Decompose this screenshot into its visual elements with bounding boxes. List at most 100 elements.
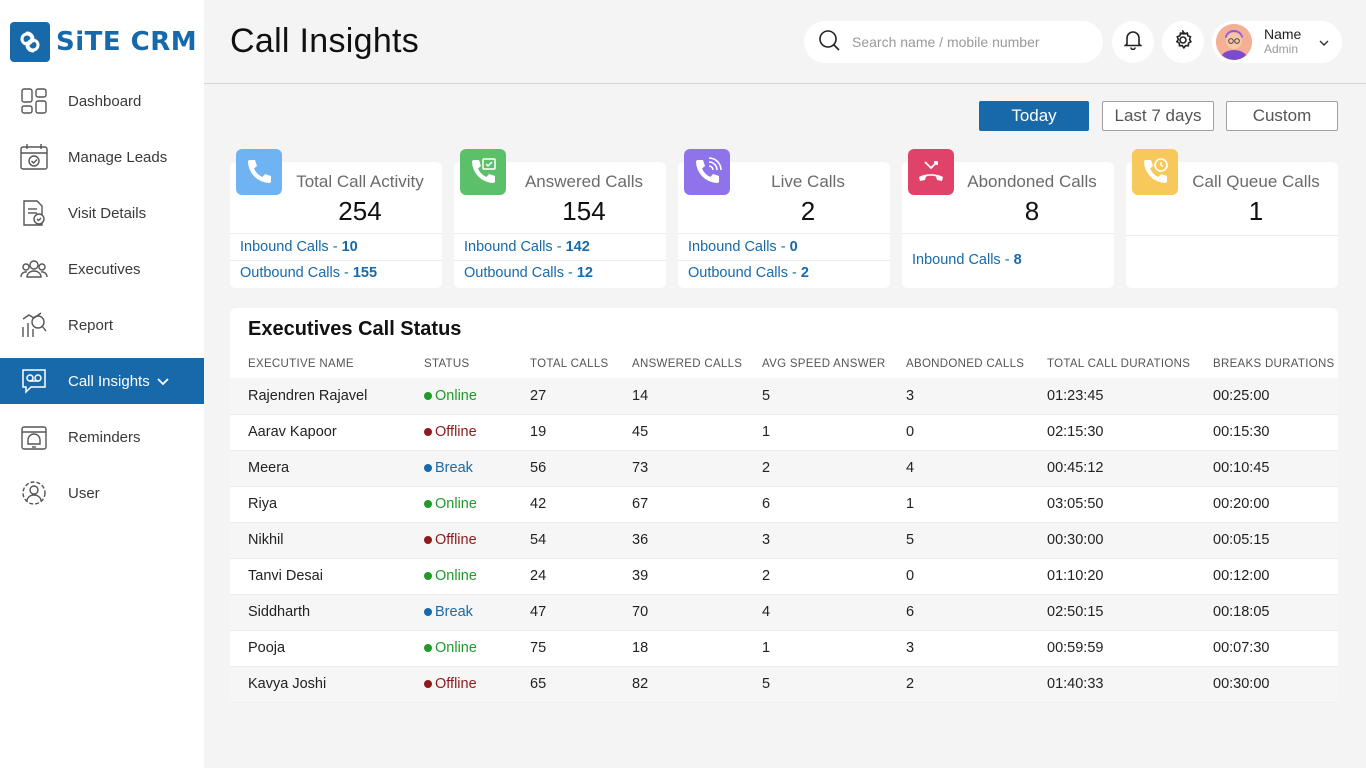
stat-card-call-queue-calls[interactable]: Call Queue Calls 1 <box>1126 149 1338 288</box>
status-badge: Offline <box>424 532 477 548</box>
divider <box>678 233 890 234</box>
stat-card-total-call-activity[interactable]: Total Call Activity 254 Inbound Calls - … <box>230 149 442 288</box>
phone-icon <box>236 149 282 195</box>
status-label: Online <box>435 568 477 584</box>
abandoned-cell: 5 <box>888 522 1029 559</box>
total-cell: 27 <box>512 378 614 415</box>
duration-cell: 01:40:33 <box>1029 666 1195 703</box>
duration-cell: 00:59:59 <box>1029 630 1195 667</box>
sidebar-item-call-insights[interactable]: Call Insights <box>0 358 204 404</box>
search-input[interactable] <box>852 34 1082 50</box>
column-header[interactable]: BREAKS DURATIONS <box>1195 350 1338 378</box>
answered-cell: 14 <box>614 378 744 415</box>
table-row[interactable]: Meera Break 56 73 2 4 00:45:12 00:10:45 <box>230 450 1338 487</box>
column-header[interactable]: ABONDONED CALLS <box>888 350 1029 378</box>
abandoned-cell: 3 <box>888 630 1029 667</box>
settings-button[interactable] <box>1162 21 1204 63</box>
table-row[interactable]: Tanvi Desai Online 24 39 2 0 01:10:20 00:12:00 <box>230 558 1338 595</box>
alarm-icon <box>20 423 48 451</box>
sidebar-item-report[interactable]: Report <box>0 302 204 348</box>
stat-card-abondoned-calls[interactable]: Abondoned Calls 8 Inbound Calls - 8 <box>902 149 1114 288</box>
brand-name: SiTE CRM <box>56 27 198 57</box>
answered-cell: 70 <box>614 594 744 631</box>
abandoned-cell: 3 <box>888 378 1029 415</box>
status-dot-icon <box>424 464 432 472</box>
status-cell: Offline <box>406 522 512 559</box>
column-header[interactable]: AVG SPEED ANSWER <box>744 350 888 378</box>
stat-outbound: Outbound Calls - 2 <box>688 265 809 281</box>
stat-card-live-calls[interactable]: Live Calls 2 Inbound Calls - 0 Outbound … <box>678 149 890 288</box>
stat-outbound: Outbound Calls - 12 <box>464 265 593 281</box>
document-icon <box>20 199 48 227</box>
search-box[interactable] <box>804 21 1103 63</box>
stat-value: 154 <box>562 196 606 226</box>
column-header[interactable]: TOTAL CALL DURATIONS <box>1029 350 1195 378</box>
status-cell: Online <box>406 630 512 667</box>
avg-cell: 3 <box>744 522 888 559</box>
status-cell: Break <box>406 450 512 487</box>
sidebar-item-reminders[interactable]: Reminders <box>0 414 204 460</box>
abandoned-cell: 0 <box>888 414 1029 451</box>
user-menu[interactable]: Name Admin <box>1212 21 1342 63</box>
table-row[interactable]: Aarav Kapoor Offline 19 45 1 0 02:15:30 00:15:3… <box>230 414 1338 451</box>
sidebar-item-manage-leads[interactable]: Manage Leads <box>0 134 204 180</box>
total-cell: 47 <box>512 594 614 631</box>
abandoned-cell: 6 <box>888 594 1029 631</box>
column-header[interactable]: TOTAL CALLS <box>512 350 614 378</box>
divider <box>678 260 890 261</box>
sidebar-item-label: Dashboard <box>68 92 142 110</box>
filter-today-button[interactable]: Today <box>979 101 1089 131</box>
sidebar-item-user[interactable]: User <box>0 470 204 516</box>
table-row[interactable]: Pooja Online 75 18 1 3 00:59:59 00:07:30 <box>230 630 1338 667</box>
status-badge: Offline <box>424 424 477 440</box>
stat-inbound: Inbound Calls - 0 <box>688 239 798 255</box>
stat-value: 1 <box>1248 196 1264 226</box>
sidebar-item-label: Executives <box>68 260 141 278</box>
status-cell: Online <box>406 486 512 523</box>
answered-cell: 67 <box>614 486 744 523</box>
status-badge: Online <box>424 388 477 404</box>
status-badge: Online <box>424 640 477 656</box>
status-cell: Online <box>406 558 512 595</box>
avg-cell: 2 <box>744 450 888 487</box>
breaks-cell: 00:05:15 <box>1195 522 1338 559</box>
total-cell: 75 <box>512 630 614 667</box>
abandoned-cell: 1 <box>888 486 1029 523</box>
answered-cell: 73 <box>614 450 744 487</box>
status-badge: Online <box>424 496 477 512</box>
filter-last-7-days-button[interactable]: Last 7 days <box>1102 101 1214 131</box>
column-header[interactable]: STATUS <box>406 350 512 378</box>
duration-cell: 02:15:30 <box>1029 414 1195 451</box>
user-role: Admin <box>1264 42 1299 56</box>
avg-cell: 6 <box>744 486 888 523</box>
status-label: Online <box>435 640 477 656</box>
status-cell: Offline <box>406 666 512 703</box>
table-row[interactable]: Nikhil Offline 54 36 3 5 00:30:00 00:05:15 <box>230 522 1338 559</box>
status-badge: Break <box>424 460 473 476</box>
voicemail-chat-icon <box>20 367 48 395</box>
stat-inbound: Inbound Calls - 142 <box>464 239 590 255</box>
answered-cell: 18 <box>614 630 744 667</box>
stat-card-answered-calls[interactable]: Answered Calls 154 Inbound Calls - 142 O… <box>454 149 666 288</box>
table-row[interactable]: Rajendren Rajavel Online 27 14 5 3 01:23:45 00:… <box>230 378 1338 415</box>
sidebar-item-label: Visit Details <box>68 204 147 222</box>
notifications-button[interactable] <box>1112 21 1154 63</box>
sidebar-item-executives[interactable]: Executives <box>0 246 204 292</box>
filter-custom-button[interactable]: Custom <box>1226 101 1338 131</box>
sidebar-item-label: Manage Leads <box>68 148 168 166</box>
sidebar-item-visit-details[interactable]: Visit Details <box>0 190 204 236</box>
sidebar-item-dashboard[interactable]: Dashboard <box>0 78 204 124</box>
sidebar-item-label: Report <box>68 316 114 334</box>
table-row[interactable]: Riya Online 42 67 6 1 03:05:50 00:20:00 <box>230 486 1338 523</box>
column-header[interactable]: EXECUTIVE NAME <box>230 350 406 378</box>
table-row[interactable]: Siddharth Break 47 70 4 6 02:50:15 00:18:05 <box>230 594 1338 631</box>
stat-title: Answered Calls <box>524 172 644 191</box>
duration-cell: 03:05:50 <box>1029 486 1195 523</box>
status-label: Offline <box>435 424 477 440</box>
table-row[interactable]: Kavya Joshi Offline 65 82 5 2 01:40:33 00:30:00 <box>230 666 1338 703</box>
breaks-cell: 00:07:30 <box>1195 630 1338 667</box>
logo[interactable]: SiTE CRM <box>10 22 197 62</box>
column-header[interactable]: ANSWERED CALLS <box>614 350 744 378</box>
phone-clock-icon <box>1132 149 1178 195</box>
phone-check-icon <box>460 149 506 195</box>
